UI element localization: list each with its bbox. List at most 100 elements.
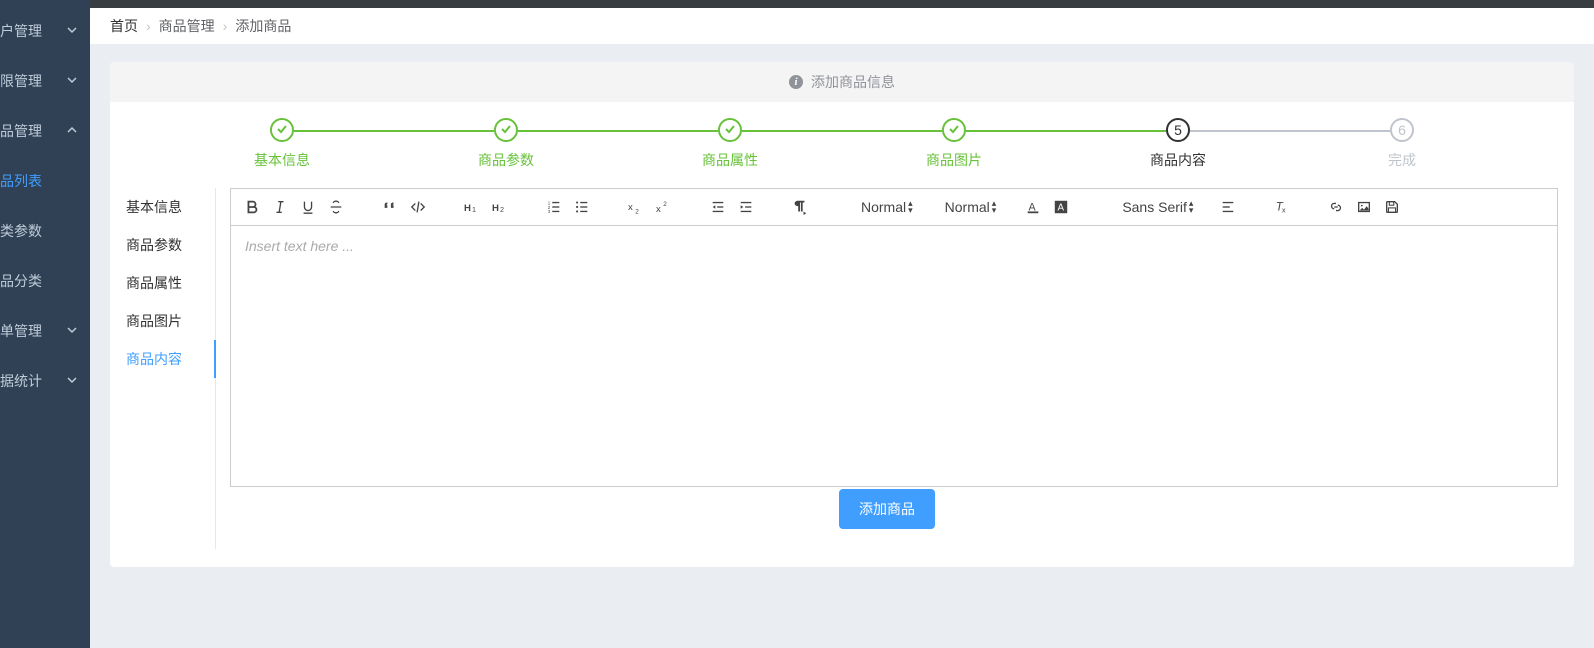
step-label: 完成	[1290, 150, 1514, 170]
step-label: 基本信息	[170, 150, 394, 170]
topbar	[90, 0, 1594, 8]
add-product-button[interactable]: 添加商品	[839, 489, 935, 529]
indent-icon[interactable]	[733, 195, 759, 219]
svg-text:2: 2	[663, 201, 667, 208]
clear-format-icon[interactable]: Tx	[1269, 195, 1295, 219]
step-number: 6	[1390, 118, 1414, 142]
step-3: 商品图片	[842, 118, 1066, 170]
font-picker[interactable]: Sans Serif▴▾	[1118, 195, 1197, 219]
svg-text:x: x	[1282, 206, 1286, 214]
sidebar-item-4[interactable]: 类参数	[0, 206, 90, 256]
svg-text:2: 2	[500, 205, 504, 214]
blockquote-icon[interactable]	[377, 195, 403, 219]
tab-0[interactable]: 基本信息	[126, 188, 215, 226]
chevron-down-icon	[66, 373, 78, 389]
bold-icon[interactable]	[239, 195, 265, 219]
sidebar-item-label: 品管理	[0, 121, 66, 141]
align-icon[interactable]	[1215, 195, 1241, 219]
sidebar-item-label: 限管理	[0, 71, 66, 91]
size-picker[interactable]: Normal▴▾	[941, 195, 1001, 219]
text-color-icon[interactable]: A	[1020, 195, 1046, 219]
step-number: 5	[1166, 118, 1190, 142]
header-picker[interactable]: Normal▴▾	[857, 195, 917, 219]
chevron-down-icon	[66, 323, 78, 339]
rich-text-editor: H1 H2 123 x2 x2	[230, 188, 1558, 487]
chevron-down-icon	[66, 73, 78, 89]
chevron-down-icon	[66, 23, 78, 39]
step-1: 商品参数	[394, 118, 618, 170]
tab-1[interactable]: 商品参数	[126, 226, 215, 264]
sidebar-item-label: 品列表	[0, 171, 78, 191]
editor-toolbar: H1 H2 123 x2 x2	[231, 189, 1557, 226]
step-0: 基本信息	[170, 118, 394, 170]
sidebar-item-1[interactable]: 限管理	[0, 56, 90, 106]
size-picker-label: Normal	[945, 199, 990, 215]
strikethrough-icon[interactable]	[323, 195, 349, 219]
header2-icon[interactable]: H2	[487, 195, 513, 219]
text-direction-icon[interactable]	[787, 195, 813, 219]
svg-text:x: x	[656, 204, 661, 215]
step-label: 商品参数	[394, 150, 618, 170]
italic-icon[interactable]	[267, 195, 293, 219]
breadcrumb-last: 添加商品	[235, 16, 291, 36]
header-picker-label: Normal	[861, 199, 906, 215]
sidebar-item-label: 单管理	[0, 321, 66, 341]
check-icon	[718, 118, 742, 142]
sidebar-item-label: 户管理	[0, 21, 66, 41]
header1-icon[interactable]: H1	[459, 195, 485, 219]
superscript-icon[interactable]: x2	[651, 195, 677, 219]
svg-text:3: 3	[548, 209, 551, 214]
underline-icon[interactable]	[295, 195, 321, 219]
svg-text:H: H	[464, 203, 471, 214]
editor-content[interactable]: Insert text here ...	[231, 226, 1557, 486]
sidebar-item-0[interactable]: 户管理	[0, 6, 90, 56]
breadcrumb-home[interactable]: 首页	[110, 16, 138, 36]
ordered-list-icon[interactable]: 123	[541, 195, 567, 219]
step-label: 商品图片	[842, 150, 1066, 170]
tab-3[interactable]: 商品图片	[126, 302, 215, 340]
sidebar-item-7[interactable]: 据统计	[0, 356, 90, 406]
bullet-list-icon[interactable]	[569, 195, 595, 219]
step-2: 商品属性	[618, 118, 842, 170]
code-block-icon[interactable]	[405, 195, 431, 219]
sidebar-item-2[interactable]: 品管理	[0, 106, 90, 156]
sidebar: 户管理限管理品管理品列表类参数品分类单管理据统计	[0, 0, 90, 648]
svg-text:A: A	[1058, 203, 1065, 214]
svg-text:H: H	[492, 203, 499, 214]
breadcrumb-mid[interactable]: 商品管理	[159, 16, 215, 36]
sidebar-item-label: 据统计	[0, 371, 66, 391]
sidebar-item-label: 品分类	[0, 271, 78, 291]
sidebar-item-6[interactable]: 单管理	[0, 306, 90, 356]
info-icon: i	[789, 75, 803, 89]
breadcrumb-sep: ›	[146, 18, 151, 34]
check-icon	[942, 118, 966, 142]
subscript-icon[interactable]: x2	[623, 195, 649, 219]
step-4: 5 商品内容	[1066, 118, 1290, 170]
tabs: 基本信息商品参数商品属性商品图片商品内容	[126, 188, 216, 549]
sidebar-item-3[interactable]: 品列表	[0, 156, 90, 206]
sidebar-item-label: 类参数	[0, 221, 78, 241]
outdent-icon[interactable]	[705, 195, 731, 219]
font-picker-label: Sans Serif	[1122, 199, 1187, 215]
tab-4[interactable]: 商品内容	[126, 340, 215, 378]
svg-text:1: 1	[472, 205, 476, 214]
background-color-icon[interactable]: A	[1048, 195, 1074, 219]
step-label: 商品属性	[618, 150, 842, 170]
breadcrumb: 首页 › 商品管理 › 添加商品	[90, 8, 1594, 44]
step-label: 商品内容	[1066, 150, 1290, 170]
editor-placeholder: Insert text here ...	[245, 238, 354, 254]
check-icon	[494, 118, 518, 142]
steps: 基本信息商品参数商品属性商品图片 5 商品内容 6 完成	[110, 106, 1574, 174]
link-icon[interactable]	[1323, 195, 1349, 219]
sidebar-item-5[interactable]: 品分类	[0, 256, 90, 306]
save-icon[interactable]	[1379, 195, 1405, 219]
breadcrumb-sep: ›	[223, 18, 228, 34]
image-icon[interactable]	[1351, 195, 1377, 219]
alert-text: 添加商品信息	[811, 72, 895, 92]
svg-text:2: 2	[635, 208, 639, 215]
check-icon	[270, 118, 294, 142]
chevron-up-icon	[66, 123, 78, 139]
tab-2[interactable]: 商品属性	[126, 264, 215, 302]
alert-banner: i 添加商品信息	[110, 62, 1574, 102]
svg-text:x: x	[628, 202, 633, 213]
